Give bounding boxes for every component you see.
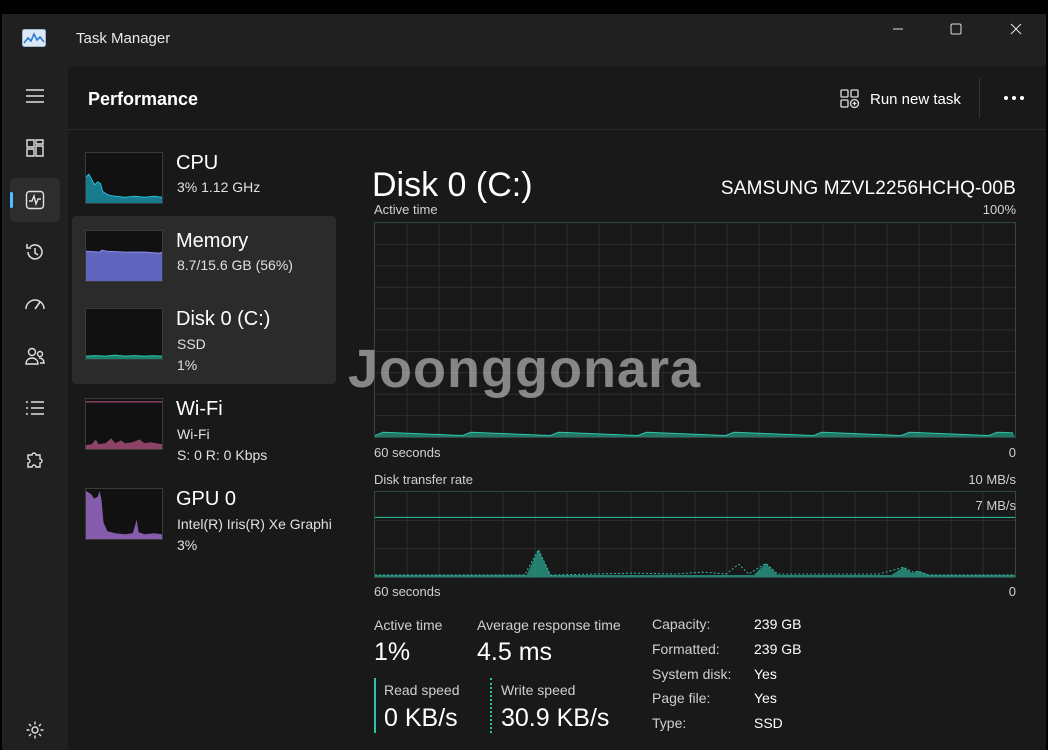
page-file-value: Yes xyxy=(754,690,777,706)
active-time-stat-value: 1% xyxy=(374,638,411,666)
more-options-button[interactable] xyxy=(996,80,1032,116)
detail-title: Disk 0 (C:) xyxy=(372,166,533,204)
maximize-icon xyxy=(950,23,962,35)
nav-settings-button[interactable] xyxy=(10,708,60,750)
history-clock-icon xyxy=(26,244,43,260)
transfer-rate-axis-right: 0 xyxy=(1008,584,1016,599)
sidebar-item-wifi[interactable]: Wi-Fi Wi-Fi S: 0 R: 0 Kbps xyxy=(72,388,336,472)
active-time-axis-left: 60 seconds xyxy=(374,445,441,460)
services-puzzle-icon xyxy=(27,452,43,468)
sidebar-item-memory-usage: 8.7/15.6 GB (56%) xyxy=(177,257,293,273)
users-icon xyxy=(25,347,45,365)
avg-response-time-value: 4.5 ms xyxy=(477,638,553,666)
write-speed-label: Write speed xyxy=(501,682,576,698)
nav-users-button[interactable] xyxy=(10,334,60,378)
sidebar-item-disk-name: Disk 0 (C:) xyxy=(176,308,271,330)
page-file-label: Page file: xyxy=(652,690,711,706)
maximize-button[interactable] xyxy=(928,14,984,44)
avg-response-time-label: Average response time xyxy=(477,617,621,633)
nav-services-button[interactable] xyxy=(10,438,60,482)
transfer-rate-graph-max: 10 MB/s xyxy=(968,472,1016,487)
title-bar: Task Manager xyxy=(2,14,1046,66)
sidebar-item-cpu[interactable]: CPU 3% 1.12 GHz xyxy=(72,142,336,222)
page-title: Performance xyxy=(88,89,199,109)
nav-details-button[interactable] xyxy=(10,386,60,430)
disk-type-value: SSD xyxy=(754,715,783,731)
read-speed-label: Read speed xyxy=(384,682,460,698)
hamburger-menu-button[interactable] xyxy=(10,74,60,118)
window-title: Task Manager xyxy=(76,30,171,47)
processes-grid-icon xyxy=(26,139,44,157)
gpu-thumbnail-graph xyxy=(85,488,163,540)
minimize-button[interactable] xyxy=(870,14,926,44)
sidebar-item-cpu-name: CPU xyxy=(176,152,219,174)
watermark-overlay: Joonggonara xyxy=(348,339,702,399)
details-list-icon xyxy=(26,401,44,415)
sidebar-item-disk-usage: 1% xyxy=(177,357,198,373)
nav-performance-button[interactable] xyxy=(10,178,60,222)
run-task-icon xyxy=(840,89,860,109)
sidebar-item-memory-name: Memory xyxy=(176,230,249,252)
wifi-thumbnail-graph xyxy=(85,398,163,450)
formatted-value: 239 GB xyxy=(754,641,802,657)
nav-processes-button[interactable] xyxy=(10,126,60,170)
task-manager-app-icon xyxy=(22,29,46,47)
minimize-icon xyxy=(893,28,903,30)
more-options-icon xyxy=(1004,96,1024,100)
main-pane: Performance Run new task CPU 3% 1.12 GHz xyxy=(68,66,1046,750)
sidebar-item-wifi-throughput: S: 0 R: 0 Kbps xyxy=(177,447,268,463)
disk-model-name: SAMSUNG MZVL2256HCHQ-00B xyxy=(720,178,1016,199)
active-time-stat-label: Active time xyxy=(374,617,443,633)
write-speed-indicator xyxy=(490,678,492,733)
close-icon xyxy=(1010,23,1022,35)
nav-app-history-button[interactable] xyxy=(10,230,60,274)
nav-startup-apps-button[interactable] xyxy=(10,282,60,326)
capacity-label: Capacity: xyxy=(652,616,711,632)
active-time-axis-right: 0 xyxy=(1008,445,1016,460)
active-time-graph xyxy=(374,222,1016,438)
navigation-rail xyxy=(2,66,66,750)
transfer-rate-marker-label: 7 MB/s xyxy=(975,498,1016,513)
sidebar-item-memory[interactable]: Memory 8.7/15.6 GB (56%) xyxy=(72,220,336,298)
sidebar-item-wifi-type: Wi-Fi xyxy=(177,426,210,442)
transfer-rate-graph-label: Disk transfer rate xyxy=(374,472,473,487)
run-new-task-label: Run new task xyxy=(870,90,961,108)
memory-thumbnail-graph xyxy=(85,230,163,282)
formatted-label: Formatted: xyxy=(652,641,720,657)
sidebar-item-gpu-usage: 3% xyxy=(177,537,198,553)
sidebar-item-gpu-model: Intel(R) Iris(R) Xe Graphi xyxy=(177,516,332,532)
page-header: Performance Run new task xyxy=(68,66,1046,130)
system-disk-value: Yes xyxy=(754,666,777,682)
sidebar-item-disk-type: SSD xyxy=(177,336,206,352)
transfer-rate-graph xyxy=(374,491,1016,578)
capacity-value: 239 GB xyxy=(754,616,802,632)
startup-speedometer-icon xyxy=(25,299,45,310)
transfer-rate-axis-left: 60 seconds xyxy=(374,584,441,599)
read-speed-indicator xyxy=(374,678,376,733)
header-separator xyxy=(979,78,980,118)
settings-gear-icon xyxy=(26,721,44,739)
performance-pulse-icon xyxy=(25,190,45,210)
sidebar-item-gpu[interactable]: GPU 0 Intel(R) Iris(R) Xe Graphi 3% xyxy=(72,478,336,562)
write-speed-value: 30.9 KB/s xyxy=(501,704,610,732)
sidebar-item-cpu-usage: 3% 1.12 GHz xyxy=(177,179,261,195)
active-time-graph-label: Active time xyxy=(374,202,438,217)
system-disk-label: System disk: xyxy=(652,666,732,682)
disk-type-label: Type: xyxy=(652,715,687,731)
read-speed-value: 0 KB/s xyxy=(384,704,458,732)
sidebar-item-disk[interactable]: Disk 0 (C:) SSD 1% xyxy=(72,298,336,382)
hamburger-icon xyxy=(26,89,44,103)
run-new-task-button[interactable]: Run new task xyxy=(836,85,965,113)
sidebar-item-wifi-name: Wi-Fi xyxy=(176,398,223,420)
cpu-thumbnail-graph xyxy=(85,152,163,204)
sidebar-item-gpu-name: GPU 0 xyxy=(176,488,237,510)
active-time-graph-max: 100% xyxy=(982,202,1016,217)
close-button[interactable] xyxy=(988,14,1044,44)
disk-thumbnail-graph xyxy=(85,308,163,360)
